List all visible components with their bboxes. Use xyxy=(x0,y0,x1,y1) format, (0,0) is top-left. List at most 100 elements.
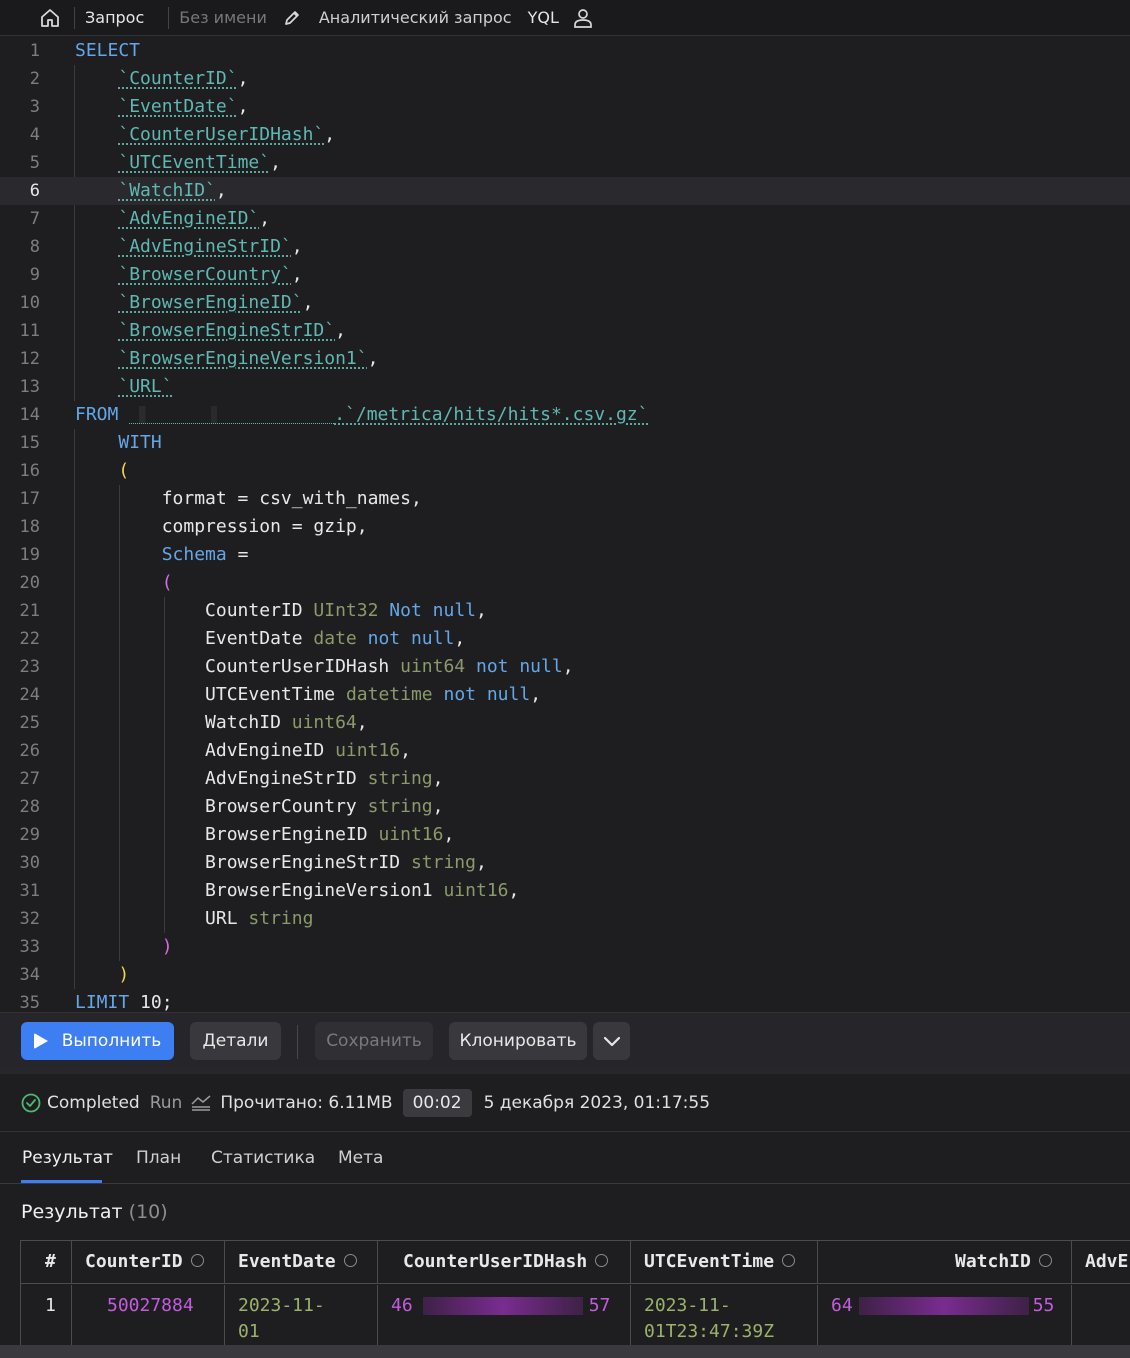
chart-icon[interactable] xyxy=(190,1094,212,1112)
code-text: compression = gzip, xyxy=(75,516,368,537)
elapsed-time: 00:02 xyxy=(402,1088,472,1117)
column-header-advengineid[interactable]: AdvE xyxy=(1072,1241,1130,1284)
code-text: CounterID UInt32 Not null, xyxy=(75,600,487,621)
home-icon[interactable] xyxy=(34,7,66,29)
more-options-button[interactable] xyxy=(593,1022,630,1060)
code-text: UTCEventTime datetime not null, xyxy=(75,684,542,705)
info-icon[interactable] xyxy=(1038,1253,1052,1267)
syntax-label[interactable]: YQL xyxy=(528,8,559,27)
cell-text: 2023-11- xyxy=(238,1295,325,1316)
code-line[interactable]: 9 `BrowserCountry`, xyxy=(0,261,1130,289)
code-line[interactable]: 26 AdvEngineID uint16, xyxy=(0,737,1130,765)
line-number: 26 xyxy=(19,741,40,761)
code-text: `EventDate`, xyxy=(118,96,249,117)
code-line[interactable]: 28 BrowserCountry string, xyxy=(0,793,1130,821)
tab-meta[interactable]: Мета xyxy=(338,1148,383,1168)
details-button[interactable]: Детали xyxy=(190,1022,281,1060)
code-text: `BrowserEngineStrID`, xyxy=(118,320,346,341)
column-header-counterid[interactable]: CounterID xyxy=(72,1241,225,1284)
code-text: `UTCEventTime`, xyxy=(118,152,281,173)
code-line[interactable]: 23 CounterUserIDHash uint64 not null, xyxy=(0,653,1130,681)
data-read: Прочитано: 6.11MB xyxy=(220,1092,393,1113)
code-text: WITH xyxy=(118,432,162,453)
code-line[interactable]: 20 ( xyxy=(0,569,1130,597)
info-icon[interactable] xyxy=(595,1253,609,1267)
clone-button[interactable]: Клонировать xyxy=(449,1022,587,1060)
code-text: `CounterUserIDHash`, xyxy=(118,124,336,145)
code-text: `URL` xyxy=(118,376,173,397)
code-line[interactable]: 15 WITH xyxy=(0,429,1130,457)
line-number: 34 xyxy=(19,965,40,985)
horizontal-scrollbar[interactable] xyxy=(0,1345,1130,1358)
code-text: BrowserCountry string, xyxy=(75,796,444,817)
save-button[interactable]: Сохранить xyxy=(315,1022,433,1060)
user-icon[interactable] xyxy=(573,7,595,29)
code-line[interactable]: 27 AdvEngineStrID string, xyxy=(0,765,1130,793)
info-icon[interactable] xyxy=(343,1253,357,1267)
code-line[interactable]: 34 ) xyxy=(0,961,1130,989)
code-line[interactable]: 4 `CounterUserIDHash`, xyxy=(0,121,1130,149)
code-text: `AdvEngineStrID`, xyxy=(118,236,303,257)
code-line[interactable]: 10 `BrowserEngineID`, xyxy=(0,289,1130,317)
column-header-watchid[interactable]: WatchID xyxy=(818,1241,1072,1284)
code-text: LIMIT 10; xyxy=(75,992,173,1012)
code-line[interactable]: 32 URL string xyxy=(0,905,1130,933)
line-number: 18 xyxy=(19,517,40,537)
code-line[interactable]: 3 `EventDate`, xyxy=(0,93,1130,121)
tab-statistics[interactable]: Статистика xyxy=(211,1148,315,1168)
code-line[interactable]: 11 `BrowserEngineStrID`, xyxy=(0,317,1130,345)
column-header-counteruseridhash[interactable]: CounterUserIDHash xyxy=(378,1241,631,1284)
query-tab-label[interactable]: Запрос xyxy=(85,8,144,27)
code-line[interactable]: 29 BrowserEngineID uint16, xyxy=(0,821,1130,849)
info-icon[interactable] xyxy=(190,1253,204,1267)
tab-plan[interactable]: План xyxy=(136,1148,181,1168)
code-line[interactable]: 21 CounterID UInt32 Not null, xyxy=(0,597,1130,625)
code-line[interactable]: 33 ) xyxy=(0,933,1130,961)
code-line[interactable]: 25 WatchID uint64, xyxy=(0,709,1130,737)
divider xyxy=(74,6,75,29)
code-text: ) xyxy=(161,936,173,957)
line-number: 29 xyxy=(19,825,40,845)
line-number: 2 xyxy=(29,69,40,89)
code-line[interactable]: 24 UTCEventTime datetime not null, xyxy=(0,681,1130,709)
code-line[interactable]: 17 format = csv_with_names, xyxy=(0,485,1130,513)
line-number: 14 xyxy=(19,405,40,425)
run-button[interactable]: Выполнить xyxy=(21,1022,174,1060)
code-line[interactable]: 19 Schema = xyxy=(0,541,1130,569)
status-state: Completed xyxy=(47,1092,140,1113)
code-line[interactable]: 14 FROM .`/metrica/hits/hits*.csv.gz` xyxy=(0,401,1130,429)
code-line[interactable]: 30 BrowserEngineStrID string, xyxy=(0,849,1130,877)
code-line[interactable]: 31 BrowserEngineVersion1 uint16, xyxy=(0,877,1130,905)
code-line[interactable]: 12 `BrowserEngineVersion1`, xyxy=(0,345,1130,373)
line-number: 24 xyxy=(19,685,40,705)
query-type[interactable]: Аналитический запрос xyxy=(319,8,512,27)
line-number: 1 xyxy=(29,41,40,61)
code-line[interactable]: 2 `CounterID`, xyxy=(0,65,1130,93)
line-number: 5 xyxy=(29,153,40,173)
divider xyxy=(168,6,170,29)
query-name[interactable]: Без имени xyxy=(179,8,267,27)
column-header-utceventtime[interactable]: UTCEventTime xyxy=(631,1241,818,1284)
code-text: `BrowserCountry`, xyxy=(118,264,303,285)
pencil-icon[interactable] xyxy=(283,8,303,28)
code-line[interactable]: 8 `AdvEngineStrID`, xyxy=(0,233,1130,261)
code-line[interactable]: 5 `UTCEventTime`, xyxy=(0,149,1130,177)
active-tab-indicator xyxy=(21,1180,102,1183)
action-toolbar: Выполнить Детали Сохранить Клонировать xyxy=(0,1012,1130,1068)
column-header-eventdate[interactable]: EventDate xyxy=(225,1241,378,1284)
code-line[interactable]: 6 `WatchID`, xyxy=(0,177,1130,205)
result-title: Результат xyxy=(21,1201,123,1223)
code-line[interactable]: 16 ( xyxy=(0,457,1130,485)
cell-text: 01 xyxy=(238,1321,260,1342)
code-editor[interactable]: 1 SELECT 2 `CounterID`, 3 `EventDate`, 4 `Co… xyxy=(0,37,1130,1012)
code-text: `CounterID`, xyxy=(118,68,249,89)
code-line[interactable]: 35 LIMIT 10; xyxy=(0,989,1130,1012)
code-line[interactable]: 18 compression = gzip, xyxy=(0,513,1130,541)
code-line[interactable]: 13 `URL` xyxy=(0,373,1130,401)
code-line[interactable]: 1 SELECT xyxy=(0,37,1130,65)
info-icon[interactable] xyxy=(782,1253,796,1267)
code-line[interactable]: 7 `AdvEngineID`, xyxy=(0,205,1130,233)
code-line[interactable]: 22 EventDate date not null, xyxy=(0,625,1130,653)
tab-result[interactable]: Результат xyxy=(22,1148,113,1168)
line-number: 15 xyxy=(19,433,40,453)
